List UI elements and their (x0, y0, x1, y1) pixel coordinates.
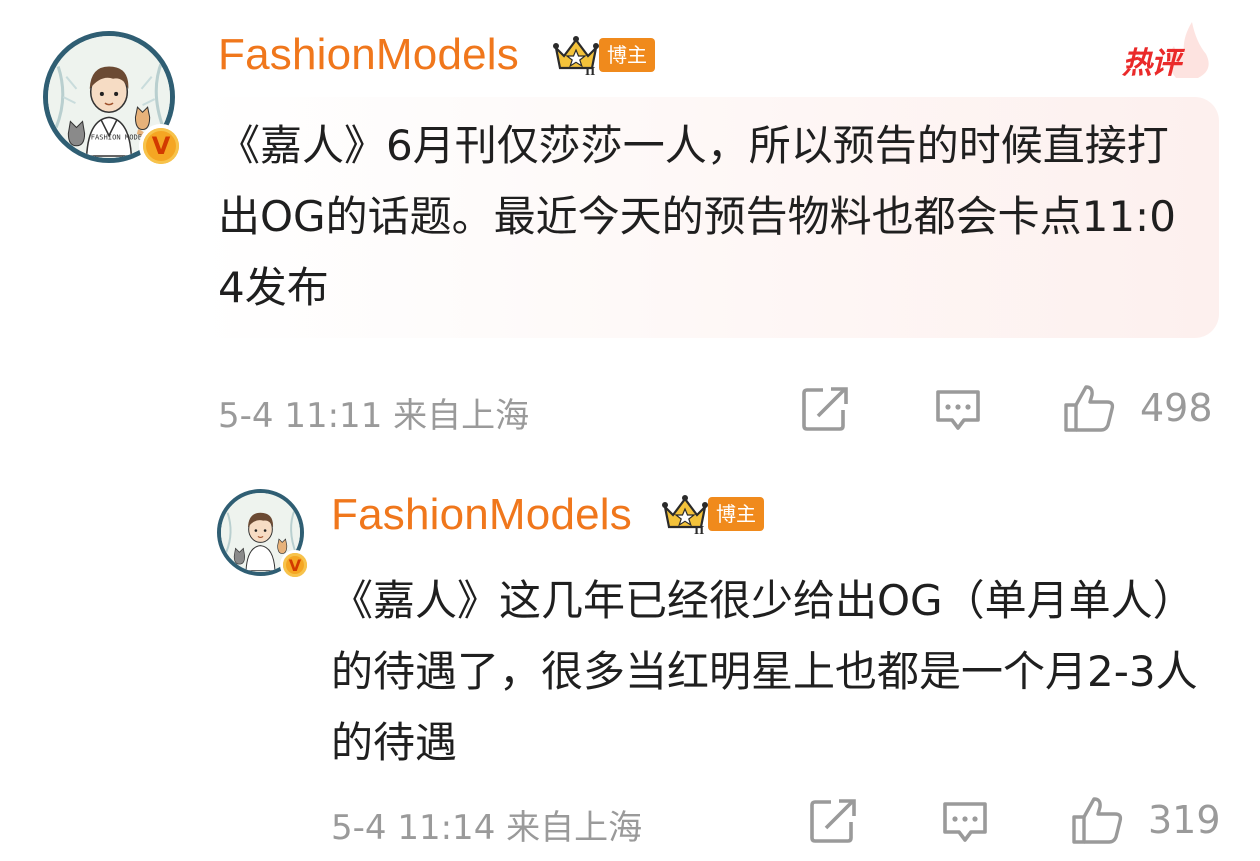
like-button[interactable] (1062, 383, 1118, 433)
comment-button[interactable] (941, 800, 989, 846)
thumbs-up-icon (1064, 385, 1115, 432)
hot-comment-label: 热评 (1122, 46, 1181, 81)
like-button[interactable] (1070, 795, 1126, 845)
svg-text:II: II (585, 65, 595, 76)
crown-rank-icon: II (553, 36, 599, 76)
like-count: 498 (1140, 386, 1213, 430)
like-count: 319 (1148, 798, 1221, 842)
comment-button[interactable] (934, 388, 982, 434)
comment-icon (936, 390, 980, 430)
role-badge-blogger: 博主 (708, 497, 764, 531)
reply-avatar[interactable]: V (217, 489, 310, 580)
main-comment-text: 《嘉人》6月刊仅莎莎一人，所以预告的时候直接打出OG的话题。最近今天的预告物料也… (218, 121, 1176, 312)
share-button[interactable] (809, 798, 857, 844)
main-avatar[interactable]: FASHION MODELS V (43, 31, 183, 168)
reply-username[interactable]: FashionModels (331, 490, 632, 540)
role-badge-blogger: 博主 (599, 38, 655, 72)
verified-v-icon: V (139, 124, 183, 168)
reply-comment-meta: 5-4 11:14 来自上海 (331, 808, 643, 848)
comment-icon (943, 802, 987, 842)
reply-comment-text: 《嘉人》这几年已经很少给出OG（单月单人）的待遇了，很多当红明星上也都是一个月2… (331, 576, 1198, 767)
share-button[interactable] (801, 386, 849, 432)
thumbs-up-icon (1072, 797, 1123, 844)
hot-comment-tag: 热评 (1118, 18, 1210, 81)
svg-text:II: II (694, 524, 704, 535)
share-icon (802, 387, 848, 431)
verified-v-icon: V (280, 550, 310, 580)
share-icon (810, 799, 856, 843)
main-username[interactable]: FashionModels (218, 30, 519, 80)
crown-rank-icon: II (662, 495, 708, 535)
main-comment-meta: 5-4 11:11 来自上海 (218, 396, 530, 436)
